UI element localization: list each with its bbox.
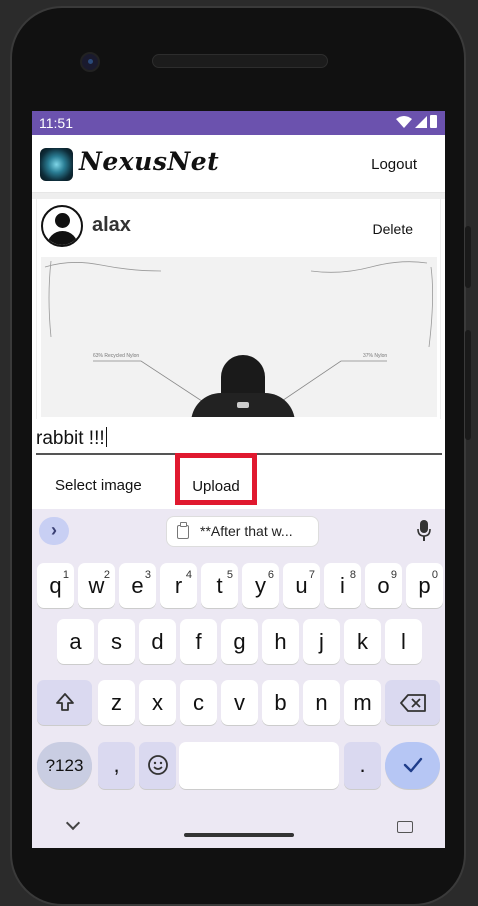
front-camera	[80, 52, 100, 72]
symbols-key[interactable]: ?123	[37, 742, 92, 789]
expand-icon[interactable]: ›	[39, 517, 69, 545]
keyboard-nav-bar	[32, 809, 445, 848]
power-button	[465, 226, 471, 288]
keyboard-switch-icon[interactable]	[397, 821, 413, 833]
key-c[interactable]: c	[180, 680, 217, 725]
key-e[interactable]: e3	[119, 563, 156, 608]
key-v[interactable]: v	[221, 680, 258, 725]
image-label-right: 37% Nylon	[363, 353, 388, 359]
post-card: alax Delete 63% Recycled Nylon 37% Nylon	[36, 199, 441, 419]
key-g[interactable]: g	[221, 619, 258, 664]
battery-icon	[430, 115, 437, 128]
key-o[interactable]: o9	[365, 563, 402, 608]
upload-button[interactable]: Upload	[175, 453, 257, 505]
clipboard-suggestion[interactable]: **After that w...	[166, 516, 319, 547]
key-f[interactable]: f	[180, 619, 217, 664]
post-username: alax	[92, 214, 131, 236]
space-key[interactable]	[179, 742, 339, 789]
clipboard-icon	[177, 522, 189, 539]
key-i[interactable]: i8	[324, 563, 361, 608]
key-j[interactable]: j	[303, 619, 340, 664]
key-n[interactable]: n	[303, 680, 340, 725]
key-r[interactable]: r4	[160, 563, 197, 608]
select-image-button[interactable]: Select image	[55, 477, 142, 494]
shift-icon[interactable]	[37, 680, 92, 725]
key-x[interactable]: x	[139, 680, 176, 725]
earpiece-speaker	[152, 54, 328, 68]
app-title: NexusNet	[79, 147, 220, 176]
logout-button[interactable]: Logout	[371, 156, 417, 173]
key-l[interactable]: l	[385, 619, 422, 664]
app-screen: 11:51 NexusNet Logout alax Delete 63% Re…	[32, 111, 445, 848]
key-s[interactable]: s	[98, 619, 135, 664]
key-p[interactable]: p0	[406, 563, 443, 608]
hide-keyboard-icon[interactable]	[65, 815, 81, 831]
avatar-body	[47, 231, 78, 245]
key-w[interactable]: w2	[78, 563, 115, 608]
key-h[interactable]: h	[262, 619, 299, 664]
app-bar: NexusNet Logout	[32, 135, 445, 193]
key-m[interactable]: m	[344, 680, 381, 725]
key-z[interactable]: z	[98, 680, 135, 725]
text-caret	[105, 427, 107, 447]
key-period[interactable]: .	[344, 742, 381, 789]
caption-input[interactable]: rabbit !!!	[36, 419, 442, 455]
key-a[interactable]: a	[57, 619, 94, 664]
caption-input-value[interactable]: rabbit !!!	[36, 427, 107, 450]
gesture-handle	[184, 833, 294, 837]
key-k[interactable]: k	[344, 619, 381, 664]
status-icons	[396, 115, 437, 128]
key-t[interactable]: t5	[201, 563, 238, 608]
app-logo	[40, 148, 73, 181]
emoji-icon[interactable]	[139, 742, 176, 789]
key-y[interactable]: y6	[242, 563, 279, 608]
backspace-icon[interactable]	[385, 680, 440, 725]
jacket-logo	[237, 402, 249, 408]
post-image: 63% Recycled Nylon 37% Nylon	[41, 257, 437, 417]
keyboard-toolbar: › **After that w...	[32, 509, 445, 553]
key-comma[interactable]: ,	[98, 742, 135, 789]
wifi-icon	[396, 115, 412, 128]
key-q[interactable]: q1	[37, 563, 74, 608]
key-d[interactable]: d	[139, 619, 176, 664]
status-bar: 11:51	[32, 111, 445, 135]
avatar-head	[55, 213, 70, 228]
volume-button	[465, 330, 471, 440]
status-time: 11:51	[39, 115, 73, 131]
mic-icon[interactable]	[417, 519, 431, 543]
delete-button[interactable]: Delete	[373, 221, 413, 237]
avatar	[41, 205, 83, 247]
soft-keyboard: › **After that w... q1 w2 e3 r4 t5 y6 u	[32, 509, 445, 848]
device: 11:51 NexusNet Logout alax Delete 63% Re…	[0, 0, 478, 906]
clipboard-suggestion-text: **After that w...	[200, 523, 293, 539]
key-b[interactable]: b	[262, 680, 299, 725]
key-u[interactable]: u7	[283, 563, 320, 608]
signal-icon	[415, 115, 427, 128]
enter-check-icon[interactable]	[385, 742, 440, 789]
image-label-left: 63% Recycled Nylon	[93, 353, 140, 359]
